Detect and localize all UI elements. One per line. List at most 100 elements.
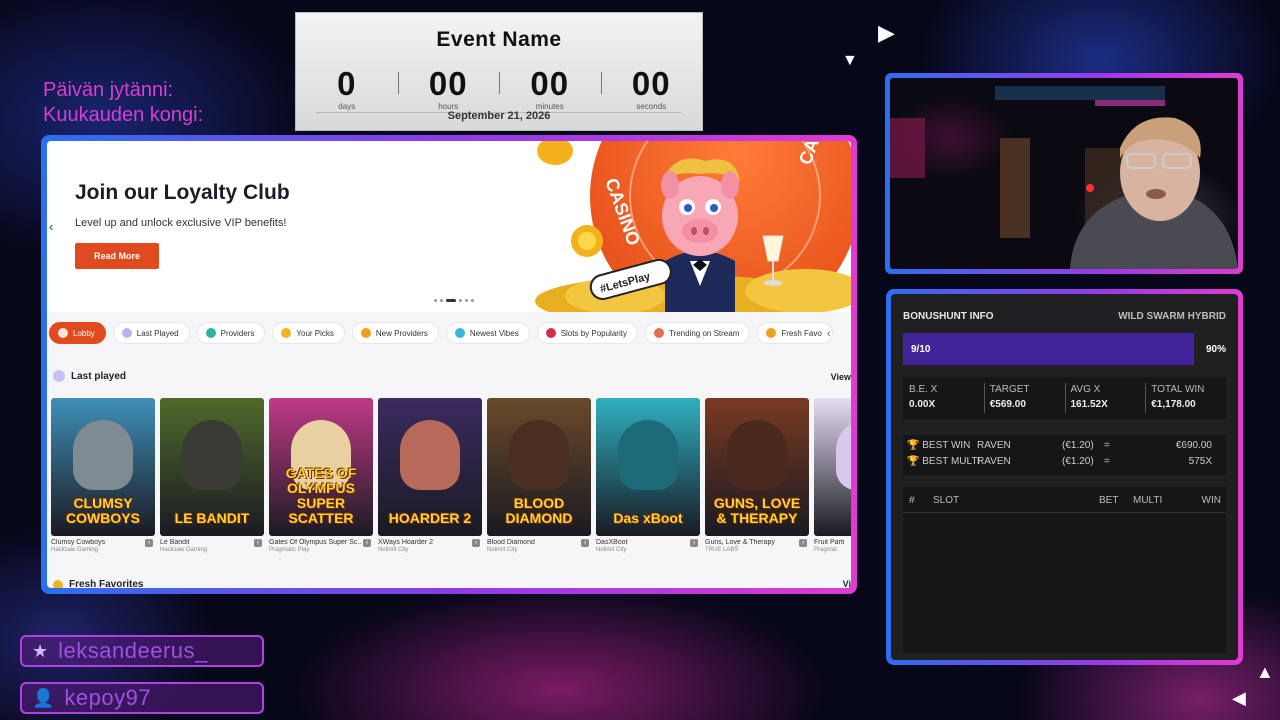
- view-all-link[interactable]: View: [831, 372, 851, 382]
- game-thumbnail[interactable]: CLUMSY COWBOYS: [51, 398, 155, 536]
- game-thumbnail[interactable]: LE BANDIT: [160, 398, 264, 536]
- game-thumbnail[interactable]: BLOOD DIAMOND: [487, 398, 591, 536]
- game-logo-text: HOARDER 2: [388, 510, 472, 526]
- game-logo-text: BLOOD DIAMOND: [505, 495, 573, 526]
- game-provider: Nolimit City: [487, 547, 518, 553]
- game-provider: Pragmatic Play: [269, 547, 310, 553]
- star-icon: ★: [32, 640, 49, 661]
- category-label: Trending on Stream: [668, 328, 740, 338]
- category-icon: [121, 328, 132, 338]
- game-thumbnail[interactable]: Das xBoot: [596, 398, 700, 536]
- twitch-username: leksandeerus_: [58, 638, 208, 663]
- info-icon[interactable]: i: [145, 539, 153, 547]
- progress-bar-fill: [903, 333, 1194, 365]
- game-card[interactable]: BLOOD DIAMOND Blood Diamond Nolimit City i: [487, 398, 591, 558]
- category-icon: [205, 328, 216, 338]
- category-label: Slots by Popularity: [560, 328, 627, 338]
- last-played-games: CLUMSY COWBOYS Clumsy Cowboys Hacksaw Gami…: [51, 398, 851, 558]
- stat-be: B.E. X 0.00X: [909, 384, 938, 410]
- info-icon[interactable]: i: [254, 539, 262, 547]
- view-all-link-2[interactable]: Vi: [843, 579, 851, 588]
- info-icon[interactable]: i: [581, 539, 589, 547]
- category-tab[interactable]: New Providers: [351, 322, 439, 344]
- fresh-favorites-header: Fresh Favorites: [53, 579, 143, 588]
- user-icon: 👤: [32, 687, 55, 708]
- casino-site: ‹ Join our Loyalty Club Level up and unl…: [47, 141, 851, 588]
- left-arrow-icon: ◀: [1232, 688, 1246, 708]
- stat-avg: AVG X 161.52X: [1064, 377, 1146, 419]
- game-card[interactable]: GUNS, LOVE & THERAPY Guns, Love & Therapy…: [705, 398, 809, 558]
- trophy-icon: 🏆: [907, 440, 920, 451]
- carousel-dots[interactable]: [434, 299, 474, 302]
- category-label: Lobby: [73, 328, 95, 338]
- game-thumbnail[interactable]: [814, 398, 851, 536]
- best-results: 🏆 BEST WIN RAVEN (€1.20) = €690.00 🏆 BES…: [903, 435, 1226, 475]
- category-bar: Lobby Last Played Providers Your Picks New P…: [49, 322, 849, 346]
- event-name: Event Name: [436, 28, 562, 51]
- game-card[interactable]: Fruit PartiPragmati: [814, 398, 851, 558]
- game-logo-text: LE BANDIT: [174, 510, 250, 526]
- game-character: [400, 420, 460, 490]
- fresh-favorites-title: Fresh Favorites: [69, 579, 144, 588]
- hero-banner: ‹ Join our Loyalty Club Level up and unl…: [47, 141, 851, 312]
- trophy-icon: 🏆: [907, 456, 920, 467]
- countdown-seconds: 00 seconds: [600, 66, 703, 111]
- hero-prev-icon[interactable]: ‹: [49, 219, 53, 234]
- category-tab[interactable]: Last Played: [112, 322, 190, 344]
- game-thumbnail[interactable]: GATES OF OLYMPUS SUPER SCATTER: [269, 398, 373, 536]
- category-icon: [766, 328, 777, 338]
- slot-table: # SLOT BET MULTI WIN: [903, 487, 1226, 653]
- bonushunt-title: BONUSHUNT INFO: [903, 311, 994, 322]
- game-card[interactable]: CLUMSY COWBOYS Clumsy Cowboys Hacksaw Gami…: [51, 398, 155, 558]
- game-name: Blood Diamond: [487, 539, 535, 546]
- viewer-name: kepoy97: [64, 685, 152, 710]
- game-card[interactable]: GATES OF OLYMPUS SUPER SCATTER Gates Of O…: [269, 398, 373, 558]
- read-more-button[interactable]: Read More: [75, 243, 159, 269]
- game-character: [618, 420, 678, 490]
- category-icon: [281, 328, 292, 338]
- category-tab[interactable]: Slots by Popularity: [536, 322, 638, 344]
- game-name: DasXBoot: [596, 539, 628, 546]
- info-icon[interactable]: i: [799, 539, 807, 547]
- category-tab[interactable]: Lobby: [49, 322, 106, 344]
- last-played-title: Last played: [71, 370, 127, 382]
- bonushunt-frame: BONUSHUNT INFO WILD SWARM HYBRID 9/10 90…: [886, 289, 1243, 665]
- game-card[interactable]: Das xBoot DasXBoot Nolimit City i: [596, 398, 700, 558]
- game-provider: TRUE LABŠ: [705, 547, 739, 553]
- game-character: [727, 420, 787, 490]
- category-icon: [360, 328, 371, 338]
- game-logo-text: GATES OF OLYMPUS SUPER SCATTER: [285, 465, 357, 526]
- info-icon[interactable]: i: [363, 539, 371, 547]
- category-tab[interactable]: Trending on Stream: [644, 322, 751, 344]
- game-card[interactable]: LE BANDIT Le Bandit Hacksaw Gaming i: [160, 398, 264, 558]
- countdown-days: 0 days: [337, 65, 357, 112]
- countdown-minutes: 00 minutes: [499, 66, 601, 111]
- history-icon: [53, 370, 65, 382]
- hero-pig-illustration: CASINO CASINO #LetsPlay: [535, 141, 851, 312]
- game-character: [836, 420, 851, 490]
- game-thumbnail[interactable]: GUNS, LOVE & THERAPY: [705, 398, 809, 536]
- category-prev-icon[interactable]: ‹: [827, 328, 831, 340]
- game-thumbnail[interactable]: HOARDER 2: [378, 398, 482, 536]
- game-name: Gates Of Olympus Super Sc...: [269, 539, 361, 546]
- game-logo-text: CLUMSY COWBOYS: [66, 495, 140, 526]
- webcam-feed: [890, 78, 1238, 269]
- category-tab[interactable]: Newest Vibes: [445, 322, 530, 344]
- game-provider: Hacksaw Gaming: [160, 547, 208, 553]
- game-name: Fruit Parti: [814, 539, 845, 546]
- category-tab[interactable]: Fresh Favo: [757, 322, 833, 344]
- best-win-row: 🏆 BEST WIN RAVEN (€1.20) = €690.00: [907, 440, 1212, 451]
- info-icon[interactable]: i: [472, 539, 480, 547]
- progress-count: 9/10: [911, 344, 931, 355]
- slot-table-header: # SLOT BET MULTI WIN: [903, 487, 1226, 513]
- webcam-frame: [885, 73, 1243, 274]
- category-tab[interactable]: Your Picks: [272, 322, 345, 344]
- hero-title: Join our Loyalty Club: [75, 181, 290, 204]
- viewer-tag: 👤 kepoy97: [20, 682, 264, 714]
- info-icon[interactable]: i: [690, 539, 698, 547]
- star-icon: [53, 579, 63, 588]
- countdown-units: 0 days 00 hours 00 minutes 00 seconds: [296, 65, 703, 112]
- category-tab[interactable]: Providers: [196, 322, 266, 344]
- daily-title: Päivän jytänni:: [43, 79, 174, 101]
- game-card[interactable]: HOARDER 2 XWays Hoarder 2 Nolimit City i: [378, 398, 482, 558]
